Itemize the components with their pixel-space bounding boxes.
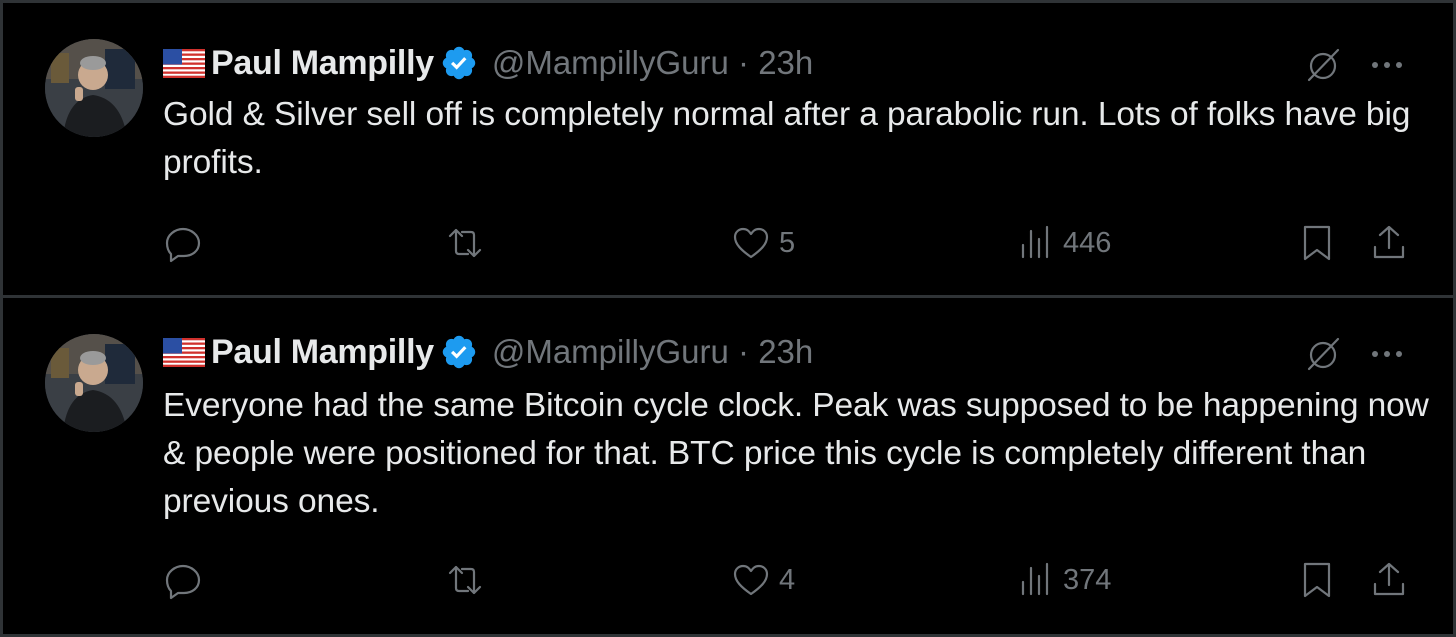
reply-icon [165, 227, 201, 263]
tweet[interactable]: Paul Mampilly @MampillyGuru · 23h Everyo… [3, 298, 1453, 600]
author-name[interactable]: Paul Mampilly [211, 333, 434, 372]
views-button[interactable]: 446 [1015, 221, 1111, 265]
reply-button[interactable] [163, 221, 211, 265]
share-button[interactable] [1369, 558, 1409, 602]
view-count: 374 [1063, 563, 1112, 596]
retweet-button[interactable] [445, 221, 493, 265]
more-icon[interactable] [1367, 51, 1407, 79]
timeline: Paul Mampilly @MampillyGuru · 23h Gold &… [0, 0, 1456, 637]
share-icon [1373, 225, 1405, 259]
like-icon [733, 564, 769, 596]
action-bar: 5 446 [3, 221, 1453, 265]
retweet-button[interactable] [445, 558, 493, 602]
reply-icon [165, 564, 201, 600]
us-flag-icon [163, 337, 205, 367]
tweet[interactable]: Paul Mampilly @MampillyGuru · 23h Gold &… [3, 3, 1453, 295]
handle-time[interactable]: @MampillyGuru · 23h [492, 44, 813, 82]
author-name[interactable]: Paul Mampilly [211, 44, 434, 83]
share-button[interactable] [1369, 221, 1409, 265]
avatar[interactable] [45, 334, 143, 432]
bookmark-icon [1303, 562, 1331, 598]
us-flag-icon [163, 48, 205, 78]
like-button[interactable]: 4 [731, 558, 795, 602]
like-count: 4 [779, 563, 796, 596]
bookmark-button[interactable] [1297, 221, 1337, 265]
like-icon [733, 227, 769, 259]
tweet-header: Paul Mampilly @MampillyGuru · 23h [163, 330, 813, 374]
reply-button[interactable] [163, 558, 211, 602]
handle-time[interactable]: @MampillyGuru · 23h [492, 333, 813, 371]
more-icon[interactable] [1367, 340, 1407, 368]
view-count: 446 [1063, 226, 1112, 259]
retweet-icon [448, 565, 482, 595]
views-icon [1021, 225, 1049, 259]
action-bar: 4 374 [3, 558, 1453, 602]
retweet-icon [448, 228, 482, 258]
views-icon [1021, 562, 1049, 596]
like-count: 5 [779, 226, 796, 259]
share-icon [1373, 562, 1405, 596]
grok-icon[interactable] [1303, 334, 1343, 374]
grok-icon[interactable] [1303, 45, 1343, 85]
like-button[interactable]: 5 [731, 221, 795, 265]
views-button[interactable]: 374 [1015, 558, 1111, 602]
avatar[interactable] [45, 39, 143, 137]
tweet-text: Everyone had the same Bitcoin cycle cloc… [163, 387, 1429, 520]
bookmark-icon [1303, 225, 1331, 261]
tweet-header: Paul Mampilly @MampillyGuru · 23h [163, 41, 813, 85]
tweet-text: Gold & Silver sell off is completely nor… [163, 96, 1411, 181]
verified-badge-icon [442, 46, 476, 80]
bookmark-button[interactable] [1297, 558, 1337, 602]
verified-badge-icon [442, 335, 476, 369]
